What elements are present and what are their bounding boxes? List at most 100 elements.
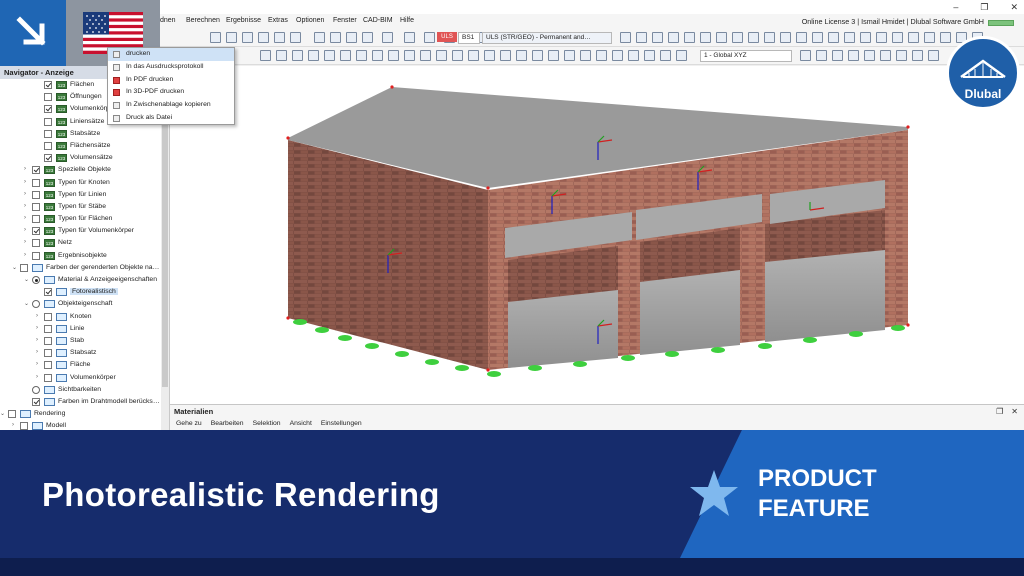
- chevron-right-icon[interactable]: ›: [36, 313, 38, 319]
- language-arrow-button[interactable]: [0, 0, 66, 66]
- toolbar-button-icon[interactable]: [732, 32, 743, 43]
- toolbar-button-icon[interactable]: [860, 32, 871, 43]
- toolbar-button-icon[interactable]: [532, 50, 543, 61]
- toolbar-button-icon[interactable]: [548, 50, 559, 61]
- checkbox[interactable]: [44, 361, 52, 370]
- toolbar-button-icon[interactable]: [660, 50, 671, 61]
- menu-item-4[interactable]: Optionen: [296, 17, 324, 24]
- tree-item[interactable]: ⌄ Rendering: [0, 408, 160, 420]
- toolbar-button-icon[interactable]: [242, 32, 253, 43]
- toolbar-button-icon[interactable]: [876, 32, 887, 43]
- checkbox[interactable]: [44, 349, 52, 358]
- toolbar-button-icon[interactable]: [864, 50, 875, 61]
- tree-item[interactable]: Sichtbarkeiten: [0, 384, 160, 396]
- chevron-right-icon[interactable]: ›: [24, 227, 26, 233]
- toolbar-button-icon[interactable]: [940, 32, 951, 43]
- checkbox[interactable]: [32, 166, 40, 175]
- checkbox[interactable]: [32, 178, 40, 187]
- checkbox[interactable]: [32, 202, 40, 211]
- toolbar-button-icon[interactable]: [314, 32, 325, 43]
- tree-item[interactable]: › Linie: [0, 323, 160, 335]
- toolbar-button-icon[interactable]: [356, 50, 367, 61]
- tree-item[interactable]: › Stab: [0, 335, 160, 347]
- menu-item-5[interactable]: Fenster: [333, 17, 357, 24]
- radio-button[interactable]: [32, 385, 40, 394]
- toolbar-button-icon[interactable]: [452, 50, 463, 61]
- tree-item[interactable]: › 123 Ergebnisobjekte: [0, 250, 160, 262]
- tree-item[interactable]: › Knoten: [0, 311, 160, 323]
- dropdown-item[interactable]: In das Ausdrucksprotokoll: [108, 61, 234, 74]
- tree-item[interactable]: Farben im Drahtmodell berücks…: [0, 396, 160, 408]
- checkbox[interactable]: [32, 190, 40, 199]
- toolbar-button-icon[interactable]: [362, 32, 373, 43]
- toolbar-button-icon[interactable]: [716, 32, 727, 43]
- materials-menu-item[interactable]: Einstellungen: [321, 420, 362, 427]
- toolbar-button-icon[interactable]: [652, 32, 663, 43]
- tree-item[interactable]: › 123 Spezielle Objekte: [0, 164, 160, 176]
- toolbar-button-icon[interactable]: [258, 32, 269, 43]
- menu-item-6[interactable]: CAD-BIM: [363, 17, 393, 24]
- toolbar-button-icon[interactable]: [276, 50, 287, 61]
- toolbar-button-icon[interactable]: [832, 50, 843, 61]
- toolbar-button-icon[interactable]: [628, 50, 639, 61]
- tree-item[interactable]: 123 Stabsätze: [0, 128, 160, 140]
- toolbar-button-icon[interactable]: [924, 32, 935, 43]
- radio-button[interactable]: [32, 276, 40, 284]
- toolbar-button-icon[interactable]: [346, 32, 357, 43]
- dropdown-item[interactable]: drucken: [108, 48, 234, 61]
- toolbar-button-icon[interactable]: [684, 32, 695, 43]
- checkbox[interactable]: [44, 312, 52, 321]
- toolbar-button-icon[interactable]: [908, 32, 919, 43]
- toolbar-button-icon[interactable]: [210, 32, 221, 43]
- toolbar-button-icon[interactable]: [816, 50, 827, 61]
- toolbar-button-icon[interactable]: [382, 32, 393, 43]
- toolbar-button-icon[interactable]: [700, 32, 711, 43]
- checkbox[interactable]: [44, 117, 52, 126]
- checkbox[interactable]: [32, 215, 40, 224]
- tree-item[interactable]: › Stabsatz: [0, 347, 160, 359]
- checkbox[interactable]: [32, 251, 40, 260]
- chevron-right-icon[interactable]: ›: [36, 361, 38, 367]
- toolbar-button-icon[interactable]: [500, 50, 511, 61]
- chevron-right-icon[interactable]: ›: [36, 325, 38, 331]
- toolbar-button-icon[interactable]: [372, 50, 383, 61]
- checkbox[interactable]: [44, 129, 52, 138]
- checkbox[interactable]: [44, 373, 52, 382]
- checkbox[interactable]: [44, 105, 52, 114]
- toolbar-button-icon[interactable]: [226, 32, 237, 43]
- checkbox[interactable]: [44, 336, 52, 345]
- tree-item[interactable]: › 123 Typen für Volumenkörper: [0, 225, 160, 237]
- chevron-right-icon[interactable]: ›: [24, 203, 26, 209]
- tree-item[interactable]: › 123 Typen für Knoten: [0, 177, 160, 189]
- toolbar-button-icon[interactable]: [668, 32, 679, 43]
- checkbox[interactable]: [32, 227, 40, 236]
- chevron-down-icon[interactable]: ⌄: [0, 410, 5, 417]
- toolbar-button-icon[interactable]: [404, 32, 415, 43]
- toolbar-button-icon[interactable]: [812, 32, 823, 43]
- toolbar-button-icon[interactable]: [844, 32, 855, 43]
- chevron-right-icon[interactable]: ›: [24, 252, 26, 258]
- chevron-right-icon[interactable]: ›: [24, 179, 26, 185]
- checkbox[interactable]: [32, 239, 40, 248]
- toolbar-button-icon[interactable]: [340, 50, 351, 61]
- load-combo-select[interactable]: ULS (STR/GEO) - Permanent and…: [482, 32, 612, 44]
- toolbar-button-icon[interactable]: [324, 50, 335, 61]
- tree-item[interactable]: › 123 Netz: [0, 237, 160, 249]
- tree-item[interactable]: 123 Volumensätze: [0, 152, 160, 164]
- toolbar-button-icon[interactable]: [780, 32, 791, 43]
- close-icon[interactable]: ✕: [1010, 2, 1018, 13]
- dropdown-item[interactable]: In PDF drucken: [108, 74, 234, 87]
- toolbar-button-icon[interactable]: [260, 50, 271, 61]
- toolbar-button-icon[interactable]: [928, 50, 939, 61]
- toolbar-button-icon[interactable]: [388, 50, 399, 61]
- tree-item[interactable]: ⌄ Objekteigenschaft: [0, 298, 160, 310]
- menu-item-1[interactable]: Berechnen: [186, 17, 220, 24]
- toolbar-button-icon[interactable]: [292, 50, 303, 61]
- checkbox[interactable]: [44, 81, 52, 89]
- tree-item[interactable]: › Fläche: [0, 359, 160, 371]
- chevron-right-icon[interactable]: ›: [24, 166, 26, 172]
- toolbar-button-icon[interactable]: [620, 32, 631, 43]
- toolbar-button-icon[interactable]: [290, 32, 301, 43]
- tree-item[interactable]: › Volumenkörper: [0, 372, 160, 384]
- tree-item[interactable]: › 123 Typen für Stäbe: [0, 201, 160, 213]
